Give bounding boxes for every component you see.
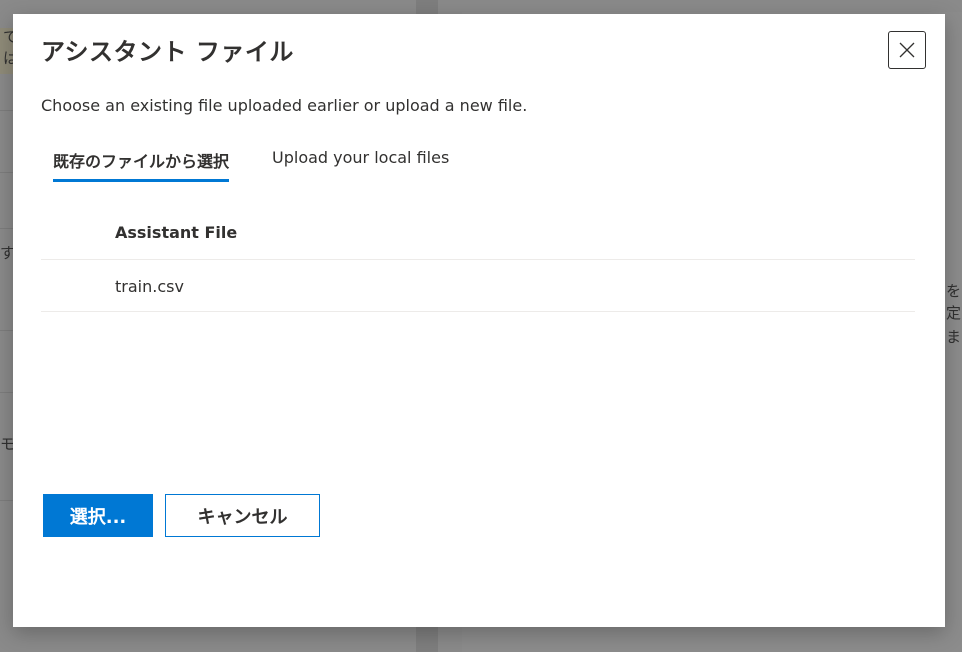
background-text-fragment: 定 (946, 304, 962, 322)
background-text-fragment: ま (946, 328, 962, 346)
table-header: Assistant File (41, 208, 915, 260)
dialog-title: アシスタント ファイル (41, 38, 294, 66)
table-row[interactable]: train.csv (41, 260, 915, 312)
select-button[interactable]: 選択... (43, 494, 153, 537)
tab-upload-local-files[interactable]: Upload your local files (272, 148, 449, 177)
file-name-cell: train.csv (115, 277, 184, 296)
tab-existing-files[interactable]: 既存のファイルから選択 (53, 148, 230, 182)
assistant-file-dialog: アシスタント ファイル Choose an existing file uplo… (13, 14, 945, 627)
background-text-fragment: を (946, 282, 962, 300)
close-button[interactable] (888, 31, 926, 69)
dialog-description: Choose an existing file uploaded earlier… (41, 96, 528, 115)
close-icon (899, 42, 915, 58)
column-header-assistant-file[interactable]: Assistant File (115, 223, 237, 242)
assistant-file-table: Assistant File train.csv (41, 208, 915, 312)
cancel-button[interactable]: キャンセル (165, 494, 320, 537)
